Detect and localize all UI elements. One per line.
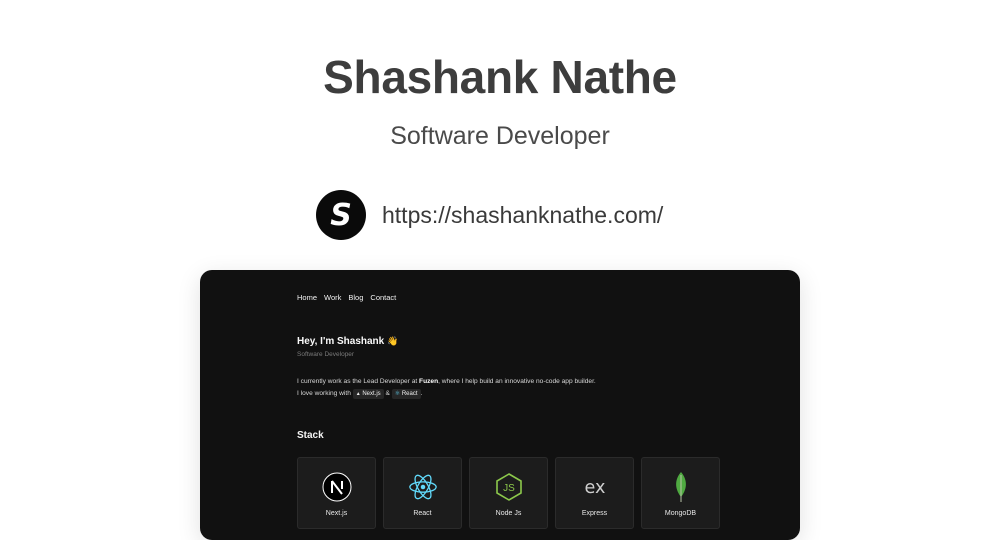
intro-line2-suffix: .	[420, 390, 423, 397]
intro-line1-prefix: I currently work as the Lead Developer a…	[297, 378, 420, 385]
wave-icon: 👋	[387, 336, 399, 346]
stack-card-express[interactable]: ex Express	[555, 457, 634, 529]
stack-card-label: MongoDB	[664, 510, 697, 517]
mongodb-icon	[666, 472, 696, 502]
express-icon: ex	[580, 472, 610, 502]
stack-card-label: Next.js	[325, 510, 348, 517]
page-subtitle: Software Developer	[390, 122, 610, 150]
chip-react-icon: ⚛	[394, 391, 401, 397]
chip-nextjs[interactable]: ▲ Next.js	[352, 389, 384, 399]
nav-home[interactable]: Home	[297, 293, 317, 302]
nodejs-icon: JS	[494, 472, 524, 502]
stack-card-nextjs[interactable]: Next.js	[297, 457, 376, 529]
site-link[interactable]: S https://shashanknathe.com/	[316, 190, 663, 240]
hero-heading: Hey, I'm Shashank 👋	[297, 336, 398, 347]
intro-line1-suffix: , where I help build an innovative no-co…	[438, 378, 596, 385]
stack-card-label: Node Js	[495, 510, 522, 517]
nav-contact[interactable]: Contact	[370, 293, 396, 302]
stack-card-label: Express	[581, 510, 608, 517]
stack-card-mongodb[interactable]: MongoDB	[641, 457, 720, 529]
nav-blog[interactable]: Blog	[348, 293, 363, 302]
chip-react[interactable]: ⚛ React	[391, 389, 421, 399]
stack-grid: Next.js React JS Node Js ex Express Mong…	[297, 457, 720, 529]
avatar: S	[316, 190, 366, 240]
chip-nextjs-label: Next.js	[362, 391, 381, 397]
intro-amp: &	[385, 390, 390, 397]
chip-react-label: React	[401, 391, 418, 397]
svg-text:JS: JS	[503, 483, 515, 494]
stack-card-react[interactable]: React	[383, 457, 462, 529]
stack-heading: Stack	[297, 430, 324, 441]
nav-work[interactable]: Work	[324, 293, 341, 302]
svg-text:ex: ex	[584, 478, 605, 498]
chip-nextjs-icon: ▲	[355, 391, 361, 397]
hero-greeting: Hey, I'm Shashank	[297, 336, 385, 347]
nextjs-icon	[322, 472, 352, 502]
company-link[interactable]: Fuzen	[419, 378, 438, 385]
intro-text: I currently work as the Lead Developer a…	[297, 376, 627, 400]
page-title: Shashank Nathe	[323, 51, 677, 103]
preview-nav: Home Work Blog Contact	[297, 293, 396, 302]
stack-card-label: React	[413, 510, 432, 517]
hero-role: Software Developer	[297, 351, 355, 358]
website-preview: Home Work Blog Contact Hey, I'm Shashank…	[200, 270, 800, 540]
intro-line2-prefix: I love working with	[297, 390, 353, 397]
site-url[interactable]: https://shashanknathe.com/	[382, 202, 663, 229]
stack-card-nodejs[interactable]: JS Node Js	[469, 457, 548, 529]
react-icon	[408, 472, 438, 502]
